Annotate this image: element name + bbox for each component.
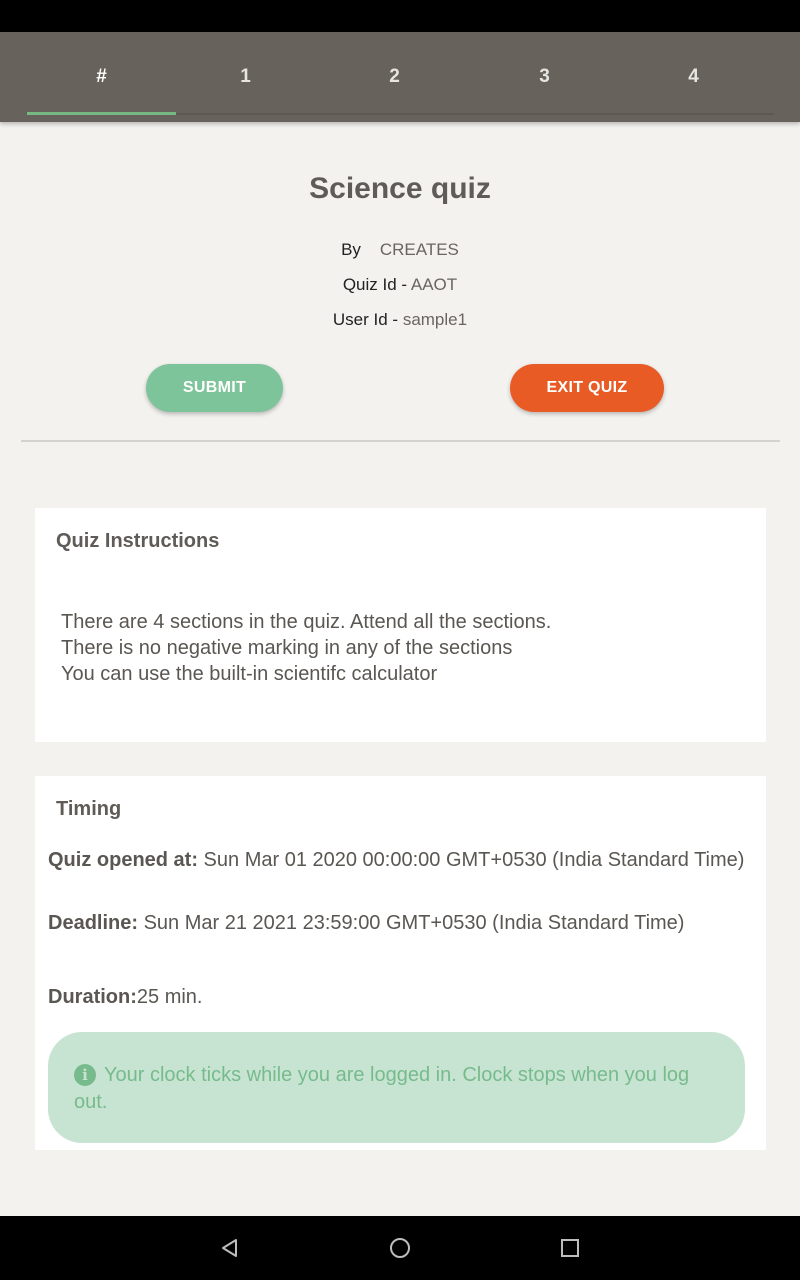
section-tab-bar: # 1 2 3 4 xyxy=(0,32,800,122)
user-id-label: User Id - xyxy=(332,310,403,329)
opened-at-value: Sun Mar 01 2020 00:00:00 GMT+0530 (India… xyxy=(198,849,745,871)
duration-label: Duration: xyxy=(48,986,137,1008)
duration-value: 25 min. xyxy=(136,986,203,1008)
quiz-title: Science quiz xyxy=(309,172,491,205)
author-name: CREATES xyxy=(379,240,459,259)
status-bar xyxy=(0,0,800,32)
tab-section-3[interactable]: 3 xyxy=(470,32,619,122)
deadline-row: Deadline: Sun Mar 21 2021 23:59:00 GMT+0… xyxy=(48,910,758,936)
quiz-id-label: Quiz Id - xyxy=(342,275,411,294)
instruction-line: There is no negative marking in any of t… xyxy=(61,637,513,659)
quiz-id-line: Quiz Id - AAOT xyxy=(0,275,800,295)
instructions-card: Quiz Instructions There are 4 sections i… xyxy=(35,508,766,742)
recents-icon[interactable] xyxy=(558,1236,582,1260)
submit-button[interactable]: SUBMIT xyxy=(146,364,283,412)
home-icon[interactable] xyxy=(388,1236,412,1260)
tab-section-1[interactable]: 1 xyxy=(171,32,320,122)
by-label: By xyxy=(341,240,361,259)
duration-row: Duration:25 min. xyxy=(48,984,758,1010)
timing-title: Timing xyxy=(56,798,122,820)
back-icon[interactable] xyxy=(218,1236,242,1260)
clock-notice-text: Your clock ticks while you are logged in… xyxy=(74,1064,690,1113)
clock-notice-alert: i Your clock ticks while you are logged i… xyxy=(48,1032,745,1143)
exit-quiz-button[interactable]: EXIT QUIZ xyxy=(510,364,664,412)
info-icon: i xyxy=(74,1064,96,1086)
author-line: By CREATES xyxy=(0,240,800,260)
deadline-value: Sun Mar 21 2021 23:59:00 GMT+0530 (India… xyxy=(138,912,685,934)
tab-section-2[interactable]: 2 xyxy=(320,32,469,122)
user-id-value: sample1 xyxy=(402,310,468,329)
deadline-label: Deadline: xyxy=(48,912,139,934)
tab-section-4[interactable]: 4 xyxy=(619,32,768,122)
instruction-line: You can use the built-in scientifc calcu… xyxy=(61,663,438,685)
user-id-line: User Id - sample1 xyxy=(0,310,800,330)
opened-at-row: Quiz opened at: Sun Mar 01 2020 00:00:00… xyxy=(48,847,758,873)
header-divider xyxy=(21,440,780,442)
opened-at-label: Quiz opened at: xyxy=(48,849,198,871)
android-nav-bar xyxy=(0,1216,800,1280)
quiz-id-value: AAOT xyxy=(410,275,458,294)
instructions-title: Quiz Instructions xyxy=(56,530,220,552)
tab-overview[interactable]: # xyxy=(27,32,176,122)
timing-card: Timing Quiz opened at: Sun Mar 01 2020 0… xyxy=(35,776,766,1150)
instruction-line: There are 4 sections in the quiz. Attend… xyxy=(61,611,552,633)
